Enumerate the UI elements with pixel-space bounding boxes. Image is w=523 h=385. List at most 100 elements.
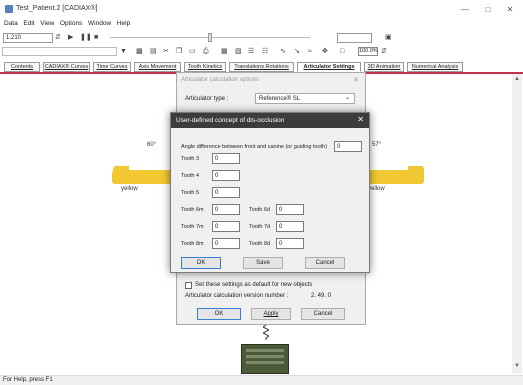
chart-icon[interactable]: ☰ — [248, 47, 254, 57]
close-icon[interactable]: ✕ — [357, 115, 364, 124]
right-color-label: yellow — [368, 186, 385, 192]
tooth-6d-input[interactable]: 0 — [276, 204, 304, 215]
menu-edit[interactable]: Edit — [23, 20, 34, 27]
tooth-6m-input[interactable]: 0 — [212, 204, 240, 215]
tooth-7d-label: Tooth 7d — [249, 224, 271, 230]
arrow-icon[interactable]: ↘ — [294, 47, 300, 57]
window-title: Test_Patient.2 [CADIAX®] — [16, 5, 98, 12]
move-icon[interactable]: ✥ — [322, 47, 328, 57]
copy-icon[interactable]: ❐ — [176, 47, 182, 57]
play-icon[interactable]: ▶ — [68, 33, 73, 43]
right-angle-label: 57° — [372, 142, 382, 148]
status-bar: For Help, press F1 — [0, 375, 523, 385]
minimize-button[interactable]: — — [455, 3, 475, 17]
articulator-ok-button[interactable]: OK — [197, 308, 241, 320]
zoom-input[interactable]: 100.0% — [358, 47, 378, 56]
menu-bar: Data Edit View Options Window Help — [0, 20, 523, 30]
object-select[interactable] — [2, 47, 117, 56]
time-slider-handle[interactable] — [208, 33, 212, 42]
menu-window[interactable]: Window — [88, 20, 111, 27]
track-icon[interactable]: ▣ — [385, 33, 392, 43]
disocclusion-title: User-defined concept of dis-occlusion — [176, 117, 285, 124]
tab-numerical-analysis[interactable]: Numerical Analysis — [407, 62, 463, 72]
tab-articulator-settings[interactable]: Articulator Settings — [297, 62, 361, 72]
cancel-button[interactable]: Cancel — [305, 257, 345, 269]
tab-time-curves[interactable]: Time Curves — [93, 62, 131, 72]
tab-tooth-kinetics[interactable]: Tooth Kinetics — [184, 62, 226, 72]
tooth-8m-label: Tooth 8m — [181, 241, 204, 247]
left-color-label: yellow — [121, 186, 138, 192]
tooth-3-input[interactable]: 0 — [212, 153, 240, 164]
tooth-8d-input[interactable]: 0 — [276, 238, 304, 249]
articulator-options-close-icon[interactable]: ✕ — [353, 76, 359, 84]
tooth-8m-input[interactable]: 0 — [212, 238, 240, 249]
grid-icon[interactable]: ▧ — [235, 47, 242, 57]
tooth-4-input[interactable]: 0 — [212, 170, 240, 181]
tooth-6m-label: Tooth 6m — [181, 207, 204, 213]
left-articulator-end — [113, 166, 129, 184]
tooth-7m-label: Tooth 7m — [181, 224, 204, 230]
spin-icon[interactable]: ⇵ — [55, 33, 61, 43]
maximize-button[interactable]: □ — [478, 3, 498, 17]
left-angle-label: 60° — [147, 142, 157, 148]
zoom-spin-icon[interactable]: ⇵ — [381, 47, 387, 57]
paste-icon[interactable]: ▭ — [189, 47, 196, 57]
angle-difference-input[interactable]: 0 — [334, 141, 362, 152]
dental-model — [241, 344, 289, 374]
save-icon[interactable]: ▩ — [136, 47, 143, 57]
tooth-4-label: Tooth 4 — [181, 173, 200, 179]
pause-icon[interactable]: ❚❚ — [80, 33, 92, 43]
vertical-scrollbar[interactable]: ▲ ▼ — [512, 74, 522, 374]
tooth-8d-label: Tooth 8d — [249, 241, 271, 247]
save-button[interactable]: Save — [243, 257, 283, 269]
tab-cadiax-curves[interactable]: CADIAX® Curves — [43, 62, 90, 72]
table-icon[interactable]: ☷ — [262, 47, 268, 57]
tooth-7d-input[interactable]: 0 — [276, 221, 304, 232]
articulator-options-title: Articulator calculation options — [181, 77, 260, 83]
scroll-down-icon[interactable]: ▼ — [513, 363, 521, 371]
disocclusion-title-bar: User-defined concept of dis-occlusion ✕ — [171, 113, 369, 128]
tooth-6d-label: Tooth 6d — [249, 207, 271, 213]
tab-translations-rotations[interactable]: Translations Rotations — [229, 62, 294, 72]
measure-icon[interactable]: ≈ — [308, 47, 312, 57]
disocclusion-dialog: User-defined concept of dis-occlusion ✕ … — [170, 112, 370, 273]
ok-button[interactable]: OK — [181, 257, 221, 269]
articulator-type-label: Articulator type : — [185, 96, 229, 102]
articulator-type-select[interactable]: Reference® SL ⌄ — [255, 93, 355, 104]
close-button[interactable]: ✕ — [500, 3, 520, 17]
app-icon — [5, 5, 13, 13]
time-input[interactable]: 1.210 — [3, 33, 53, 43]
apply-button[interactable]: Apply — [251, 308, 291, 320]
articulator-type-value: Reference® SL — [259, 96, 301, 102]
tab-3d-animation[interactable]: 3D Animation — [364, 62, 404, 72]
tooth-7m-input[interactable]: 0 — [212, 221, 240, 232]
menu-view[interactable]: View — [40, 20, 54, 27]
tooth-5-input[interactable]: 0 — [212, 187, 240, 198]
save-default-checkbox[interactable] — [185, 282, 192, 289]
dropdown-icon[interactable]: ▼ — [120, 47, 127, 57]
tooth-3-label: Tooth 3 — [181, 156, 200, 162]
chevron-down-icon: ⌄ — [344, 95, 350, 101]
tab-contents[interactable]: Contents — [4, 62, 40, 72]
right-articulator-end — [408, 166, 424, 184]
articulator-cancel-button[interactable]: Cancel — [301, 308, 345, 320]
version-value: 2. 49. 0 — [311, 293, 332, 299]
cut-icon[interactable]: ✂ — [163, 47, 169, 57]
playback-toolbar: 1.210 ⇵ ▶ ❚❚ ■ ▣ — [0, 32, 523, 44]
version-label: Articulator calculation version number : — [185, 293, 289, 299]
tab-axis-movement[interactable]: Axis Movement — [134, 62, 181, 72]
menu-help[interactable]: Help — [117, 20, 130, 27]
save-default-label: Set these settings as default for new ob… — [195, 282, 313, 288]
menu-data[interactable]: Data — [4, 20, 18, 27]
layout-icon[interactable]: ▦ — [221, 47, 228, 57]
speed-select[interactable] — [337, 33, 372, 43]
print-icon[interactable]: ▤ — [150, 47, 157, 57]
window-icon[interactable]: □ — [340, 47, 344, 57]
curve-icon[interactable]: ∿ — [280, 47, 286, 57]
angle-difference-label: Angle difference between front and canin… — [181, 144, 328, 150]
tooth-5-label: Tooth 5 — [181, 190, 200, 196]
scroll-up-icon[interactable]: ▲ — [513, 76, 521, 84]
printer-icon[interactable]: ⎙ — [203, 47, 209, 57]
stop-icon[interactable]: ■ — [94, 33, 98, 43]
menu-options[interactable]: Options — [60, 20, 82, 27]
